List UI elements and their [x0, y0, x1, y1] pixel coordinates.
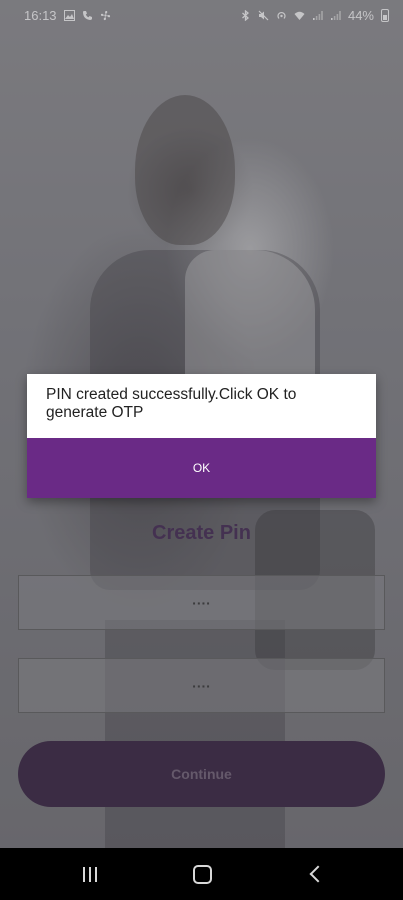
success-dialog: PIN created successfully.Click OK to gen… — [27, 374, 376, 498]
dialog-message: PIN created successfully.Click OK to gen… — [46, 386, 297, 421]
back-icon — [309, 865, 327, 883]
ok-button[interactable]: OK — [27, 438, 376, 498]
home-button[interactable] — [172, 848, 232, 900]
navigation-bar — [0, 848, 403, 900]
recents-button[interactable] — [60, 848, 120, 900]
recents-icon — [83, 866, 97, 882]
back-button[interactable] — [285, 848, 345, 900]
home-icon — [192, 864, 212, 884]
app-screen: 16:13 44% Create Pin ···· ···· Continue … — [0, 0, 403, 900]
